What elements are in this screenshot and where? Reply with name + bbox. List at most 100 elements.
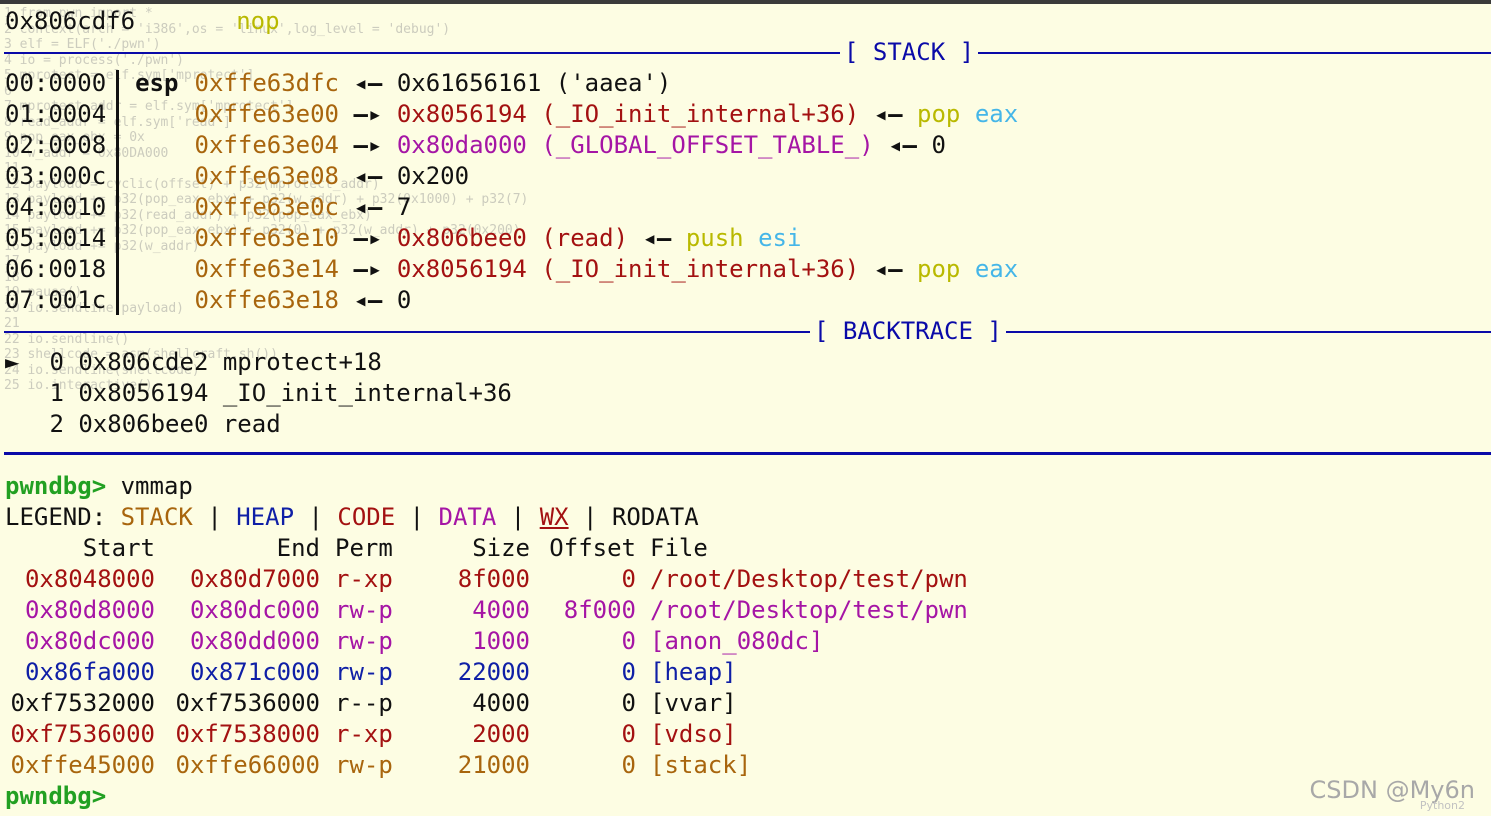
- stack-row: 07:001c 0xffe63e18 ◂— 0: [5, 285, 411, 316]
- backtrace-header-title: [ BACKTRACE ]: [810, 316, 1006, 347]
- stack-header-rule: [4, 52, 1491, 54]
- stack-index: 03:000c: [5, 162, 107, 190]
- stack-gadget-register: eax: [974, 100, 1019, 128]
- stack-index: 06:0018: [5, 255, 107, 283]
- vmmap-file: [heap]: [650, 658, 737, 686]
- stack-arrow: ◂—: [353, 286, 383, 314]
- col-perm-header: Perm: [335, 534, 393, 562]
- stack-gadget-register: esi: [758, 224, 802, 252]
- backtrace-symbol: _IO_init_internal+36: [222, 379, 512, 407]
- vmmap-offset: 0: [621, 658, 636, 686]
- prompt: pwndbg>: [5, 782, 107, 810]
- stack-arrow: ◂—: [642, 224, 672, 252]
- legend-wx: WX: [539, 503, 569, 531]
- legend-code: CODE: [337, 503, 396, 531]
- command-text: vmmap: [120, 472, 193, 500]
- vmmap-start: 0xffe45000: [10, 751, 156, 779]
- stack-row: 04:0010 0xffe63e0c ◂— 7: [5, 192, 411, 223]
- col-start-header: Start: [82, 534, 155, 562]
- vmmap-end: 0xffe66000: [175, 751, 321, 779]
- stack-value: 0x806bee0 (read): [396, 224, 629, 252]
- legend-separator: |: [409, 503, 425, 531]
- stack-arrow: —▸: [353, 255, 383, 283]
- legend-label: LEGEND:: [5, 503, 107, 531]
- vmmap-perm: r-xp: [335, 720, 393, 748]
- stack-value: 0: [396, 286, 412, 314]
- stack-arrow: ◂—: [353, 69, 383, 97]
- vmmap-end: 0x80dc000: [189, 596, 320, 624]
- legend-rodata: RODATA: [611, 503, 699, 531]
- backtrace-frame-number: 1: [49, 379, 64, 407]
- vmmap-size: 1000: [472, 627, 530, 655]
- instruction-address: 0x806cdf6: [5, 7, 136, 35]
- stack-arrow: —▸: [353, 131, 383, 159]
- vmmap-file: [stack]: [650, 751, 752, 779]
- command-line[interactable]: pwndbg> vmmap: [5, 471, 193, 502]
- python-watermark: Python2: [1419, 799, 1465, 812]
- legend-separator: |: [583, 503, 598, 531]
- vmmap-end: 0xf7536000: [175, 689, 321, 717]
- legend-data: DATA: [438, 503, 497, 531]
- col-end-header: End: [276, 534, 320, 562]
- stack-value: 7: [396, 193, 412, 221]
- vmmap-end: 0xf7538000: [175, 720, 321, 748]
- context-end-rule: [4, 452, 1491, 455]
- stack-header-title: [ STACK ]: [840, 37, 979, 68]
- vmmap-start: 0x80d8000: [24, 596, 155, 624]
- vmmap-offset: 0: [621, 627, 636, 655]
- vmmap-perm: r--p: [335, 689, 393, 717]
- stack-address: 0xffe63dfc: [194, 69, 340, 97]
- backtrace-address: 0x806bee0: [78, 410, 209, 438]
- stack-arrow: ◂—: [873, 100, 903, 128]
- backtrace-address: 0x806cde2: [78, 348, 209, 376]
- final-prompt-line[interactable]: pwndbg>: [5, 781, 106, 812]
- col-offset-header: Offset: [549, 534, 636, 562]
- stack-index: 05:0014: [5, 224, 107, 252]
- stack-arrow: ◂—: [353, 162, 383, 190]
- stack-row: 02:0008 0xffe63e04 —▸ 0x80da000 (_GLOBAL…: [5, 130, 946, 161]
- vmmap-end: 0x871c000: [189, 658, 320, 686]
- backtrace-current-marker: ►: [5, 348, 20, 376]
- legend-heap: HEAP: [236, 503, 295, 531]
- prompt: pwndbg>: [5, 472, 107, 500]
- vmmap-perm: rw-p: [335, 596, 393, 624]
- stack-address: 0xffe63e18: [194, 286, 340, 314]
- vmmap-start: 0xf7536000: [10, 720, 156, 748]
- vmmap-size: 21000: [457, 751, 530, 779]
- backtrace-row: ► 0 0x806cde2 mprotect+18: [5, 347, 382, 378]
- col-file-header: File: [650, 534, 708, 562]
- stack-index-divider: [116, 70, 119, 315]
- vmmap-offset: 0: [621, 565, 636, 593]
- stack-address: 0xffe63e10: [194, 224, 340, 252]
- vmmap-start: 0x80dc000: [24, 627, 155, 655]
- vmmap-offset: 0: [621, 689, 636, 717]
- window-top-border: [0, 0, 1491, 4]
- backtrace-symbol: read: [222, 410, 281, 438]
- stack-index: 04:0010: [5, 193, 107, 221]
- stack-register: esp: [135, 69, 179, 97]
- stack-gadget-mnemonic: push: [685, 224, 744, 252]
- stack-address: 0xffe63e00: [194, 100, 340, 128]
- stack-row: 00:0000 esp 0xffe63dfc ◂— 0x61656161 ('a…: [5, 68, 671, 99]
- stack-arrow: ◂—: [873, 255, 903, 283]
- legend-separator: |: [207, 503, 222, 531]
- vmmap-end: 0x80dd000: [189, 627, 320, 655]
- vmmap-file: [vdso]: [650, 720, 737, 748]
- vmmap-file: [anon_080dc]: [650, 627, 824, 655]
- terminal-window[interactable]: 1 from pwn import * 2 context(arch = 'i38…: [0, 0, 1491, 816]
- stack-index: 01:0004: [5, 100, 107, 128]
- stack-gadget-mnemonic: pop: [917, 100, 961, 128]
- stack-value: 0x8056194 (_IO_init_internal+36): [396, 100, 860, 128]
- stack-arrow: ◂—: [353, 193, 383, 221]
- backtrace-frame-number: 0: [49, 348, 64, 376]
- instruction-mnemonic: nop: [236, 7, 280, 35]
- vmmap-start: 0x8048000: [24, 565, 155, 593]
- vmmap-legend: LEGEND: STACK | HEAP | CODE | DATA | WX …: [5, 502, 699, 533]
- stack-section-header: [ STACK ]: [4, 37, 1491, 68]
- stack-row: 03:000c 0xffe63e08 ◂— 0x200: [5, 161, 469, 192]
- stack-row: 05:0014 0xffe63e10 —▸ 0x806bee0 (read) ◂…: [5, 223, 801, 254]
- vmmap-file: /root/Desktop/test/pwn: [650, 596, 968, 624]
- stack-row: 01:0004 0xffe63e00 —▸ 0x8056194 (_IO_ini…: [5, 99, 1018, 130]
- vmmap-end: 0x80d7000: [189, 565, 320, 593]
- stack-address: 0xffe63e0c: [194, 193, 340, 221]
